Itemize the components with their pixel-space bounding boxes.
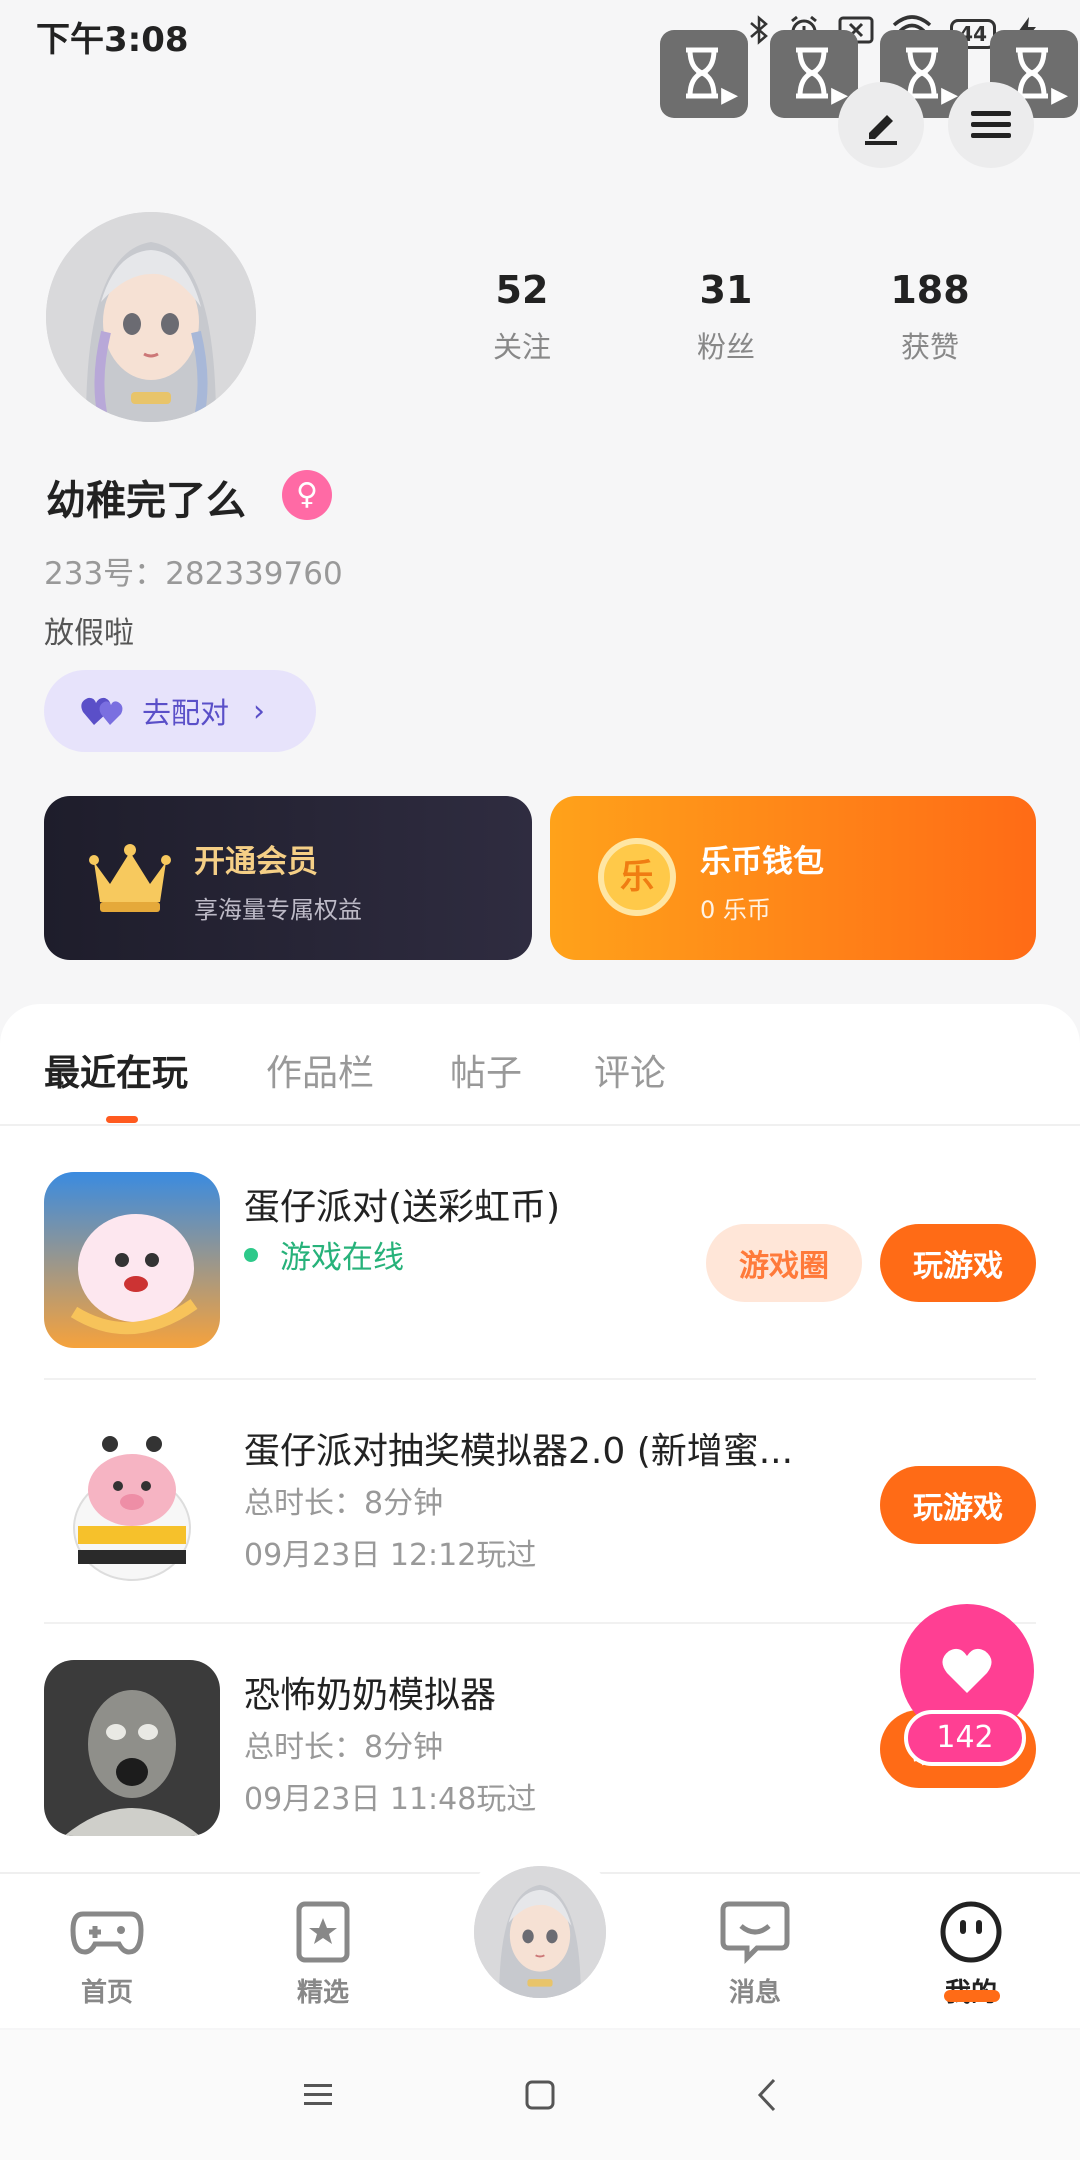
status-time: 下午3:08 [36,20,189,60]
play-icon: ▶ [1051,83,1068,108]
fans-count: 31 [699,268,753,312]
avatar-illustration [46,212,256,422]
star-card-icon [296,1901,350,1963]
nav-home[interactable]: 首页 [32,1900,182,2009]
home-button[interactable] [510,2070,570,2120]
center-avatar-button[interactable] [474,1866,606,1998]
online-dot-icon [244,1247,258,1262]
user-id: 233号：282339760 [44,556,343,592]
likes-count: 188 [890,268,970,312]
system-nav-bar [0,2030,1080,2160]
game-duration: 总时长：8分钟 [244,1486,444,1521]
profile-stats: 52 关注 31 粉丝 188 获赞 [420,268,1032,366]
heart-icon [942,1648,992,1693]
hourglass-icon [796,47,828,99]
tab-posts[interactable]: 帖子 [450,1044,522,1096]
play-game-button[interactable]: 玩游戏 [880,1224,1036,1302]
following-count: 52 [495,268,549,312]
following-label: 关注 [492,330,551,364]
back-button[interactable] [738,2070,798,2120]
match-button[interactable]: 去配对 › [44,670,316,752]
match-label: 去配对 [142,696,230,730]
bio: 放假啦 [44,616,134,651]
active-tab-indicator [944,1990,1000,2002]
following-stat[interactable]: 52 关注 [420,268,624,366]
vip-subtitle: 享海量专属权益 [194,896,362,924]
play-icon: ▶ [721,83,738,108]
game-last-played: 09月23日 11:48玩过 [244,1782,537,1817]
face-icon [940,1901,1002,1963]
like-count-badge: 142 [904,1710,1026,1766]
square-icon [525,2080,555,2110]
likes-label: 获赞 [900,330,959,364]
profile-tabs: 最近在玩 作品栏 帖子 评论 [0,1004,1080,1126]
wallet-title: 乐币钱包 [700,844,824,880]
likes-stat[interactable]: 188 获赞 [828,268,1032,366]
game-last-played: 09月23日 12:12玩过 [244,1538,537,1573]
chevron-right-icon: › [253,693,266,729]
edit-profile-button[interactable] [838,82,924,168]
nav-home-label: 首页 [80,1978,133,2008]
game-title: 恐怖奶奶模拟器 [244,1675,497,1716]
coin-icon: 乐 [598,838,676,916]
gamepad-icon [70,1911,144,1955]
menu-button[interactable] [948,82,1034,168]
message-icon [720,1901,790,1965]
game-circle-button[interactable]: 游戏圈 [706,1224,862,1302]
recents-button[interactable] [288,2070,348,2120]
game-duration: 总时长：8分钟 [244,1730,444,1765]
hourglass-icon [686,47,718,99]
wallet-card[interactable]: 乐 乐币钱包 0 乐币 [550,796,1036,960]
vip-title: 开通会员 [194,844,318,880]
nav-messages[interactable]: 消息 [680,1900,830,2009]
profile-avatar[interactable] [46,212,256,422]
menu-icon [971,111,1011,138]
hourglass-badge[interactable]: ▶ [660,30,748,118]
menu-icon [304,2084,332,2105]
pen-icon [865,115,897,145]
double-heart-icon [81,697,123,725]
vip-card[interactable]: 开通会员 享海量专属权益 [44,796,532,960]
nav-featured-label: 精选 [296,1978,349,2008]
game-icon [44,1660,220,1836]
tab-indicator [106,1116,138,1123]
game-status-text: 游戏在线 [280,1240,404,1276]
game-row[interactable]: 蛋仔派对抽奖模拟器2.0 (新增蜜... 总时长：8分钟 09月23日 12:1… [0,1372,1080,1614]
tab-comments[interactable]: 评论 [594,1044,666,1096]
play-game-button[interactable]: 玩游戏 [880,1466,1036,1544]
game-title: 蛋仔派对(送彩虹币) [244,1187,561,1228]
crown-icon [89,844,171,912]
game-online-status: 游戏在线 [244,1232,404,1277]
game-row[interactable]: 蛋仔派对(送彩虹币) 游戏在线 游戏圈 玩游戏 [0,1128,1080,1370]
fans-label: 粉丝 [696,330,755,364]
game-title: 蛋仔派对抽奖模拟器2.0 (新增蜜... [244,1431,794,1472]
nav-messages-label: 消息 [728,1978,781,2008]
fans-stat[interactable]: 31 粉丝 [624,268,828,366]
game-icon [44,1172,220,1348]
wallet-balance: 0 乐币 [700,896,771,924]
nickname: 幼稚完了么 [46,478,246,524]
tab-recent-played[interactable]: 最近在玩 [44,1044,188,1096]
avatar-illustration [474,1866,606,1998]
tab-works[interactable]: 作品栏 [266,1044,374,1096]
chevron-left-icon [757,2078,776,2112]
female-icon: ♀ [282,470,332,520]
nav-featured[interactable]: 精选 [248,1900,398,2009]
game-icon [44,1416,220,1592]
